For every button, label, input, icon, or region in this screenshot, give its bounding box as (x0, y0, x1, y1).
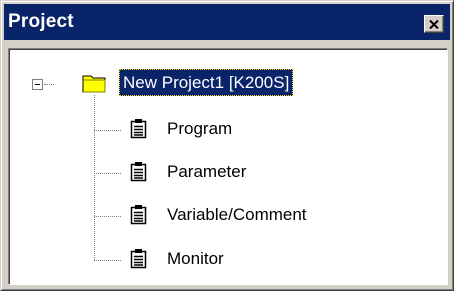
close-button[interactable] (424, 15, 444, 33)
document-icon (130, 205, 147, 225)
project-tree-panel: New Project1 [K200S] Program Parameter Var… (8, 48, 448, 285)
collapse-toggle[interactable] (32, 79, 43, 90)
tree-connector (44, 84, 54, 85)
document-icon (130, 162, 147, 182)
tree-item-parameter[interactable]: Parameter (167, 159, 246, 185)
tree-item-variable-comment[interactable]: Variable/Comment (167, 202, 307, 228)
tree-connector (94, 216, 121, 217)
close-icon (429, 19, 439, 29)
folder-icon (82, 75, 106, 93)
tree-connector (94, 95, 95, 260)
tree-item-program[interactable]: Program (167, 116, 232, 142)
title-bar[interactable]: Project (4, 4, 450, 40)
document-icon (130, 119, 147, 139)
tree-connector (94, 260, 121, 261)
document-icon (130, 249, 147, 269)
tree-connector (94, 130, 121, 131)
tree-connector (94, 173, 121, 174)
tree-item-monitor[interactable]: Monitor (167, 246, 224, 272)
tree-root-project[interactable]: New Project1 [K200S] (119, 69, 294, 96)
project-tree: New Project1 [K200S] Program Parameter Var… (9, 49, 447, 284)
window-title: Project (8, 11, 74, 32)
project-window: Project New Project1 [K200S] Program Par… (0, 0, 454, 291)
